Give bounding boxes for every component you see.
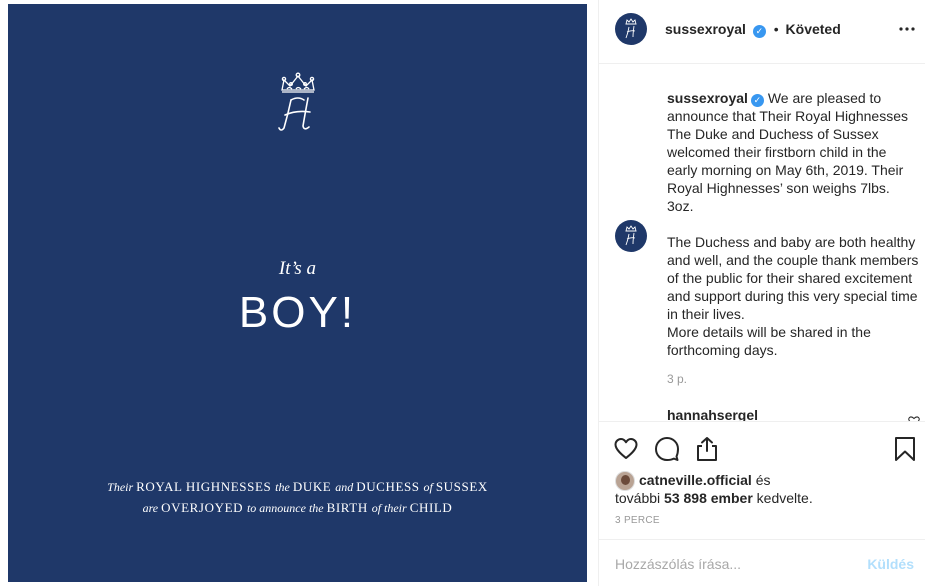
announcement-segment: of their [371, 501, 410, 515]
monogram-icon [625, 225, 637, 246]
verified-badge-icon: ✓ [750, 94, 764, 107]
add-comment-bar: Küldés [599, 539, 925, 586]
caption-text-part1: We are pleased to announce that Their Ro… [667, 90, 909, 214]
caption-timestamp: 3 p. [667, 372, 688, 386]
announcement-segment: SUSSEX [435, 479, 488, 494]
send-button[interactable]: Küldés [867, 556, 914, 572]
announcement-segment: and [335, 480, 357, 494]
caption-text-part2: The Duchess and baby are both healthy an… [667, 234, 919, 322]
comment-avatar[interactable] [615, 220, 647, 252]
comment-input[interactable] [615, 553, 845, 575]
monogram-icon [625, 18, 637, 39]
post-timestamp: 3 PERCE [615, 515, 660, 526]
announcement-segment: OVERJOYED [161, 500, 247, 515]
liker-username[interactable]: catneville.official [639, 472, 752, 488]
announcement-segment: DUCHESS [356, 479, 424, 494]
likes-and: és [751, 472, 771, 488]
announcement-segment: to announce the [246, 501, 327, 515]
boy-headline: BOY! [238, 288, 357, 337]
post-header: sussexroyal ✓ • Követed [599, 0, 925, 64]
header-username[interactable]: sussexroyal [665, 21, 746, 37]
announcement-line-2: are OVERJOYED to announce the BIRTH of t… [8, 500, 587, 516]
caption-username[interactable]: sussexroyal [667, 90, 748, 106]
likes-count-link[interactable]: 53 898 ember [664, 490, 753, 506]
more-options-icon[interactable] [898, 20, 916, 38]
announcement-segment: Their [107, 480, 137, 494]
comment-username[interactable]: hannahsergel [667, 407, 758, 421]
caption-text-part3: More details will be shared in the forth… [667, 324, 871, 358]
announcement-segment: DUKE [292, 479, 336, 494]
announcement-segment: of [423, 480, 436, 494]
its-a-text: It’s a [278, 258, 317, 279]
likes-suffix: kedvelte. [752, 490, 813, 506]
caption: sussexroyal ✓ We are pleased to announce … [667, 89, 919, 359]
separator-dot: • [773, 21, 779, 37]
verified-badge-icon: ✓ [752, 25, 766, 38]
announcement-segment: ROYAL HIGHNESSES [136, 479, 276, 494]
follow-button[interactable]: Követed [786, 21, 841, 37]
announcement-segment: BIRTH [326, 500, 372, 515]
avatar[interactable] [615, 13, 647, 45]
post-image[interactable]: It’s a BOY! Their ROYAL HIGHNESSES the D… [8, 4, 587, 582]
bookmark-icon[interactable] [892, 436, 918, 462]
announcement-segment: are [142, 501, 162, 515]
heart-icon[interactable] [613, 436, 639, 462]
post-details-panel: sussexroyal ✓ • Követed sussexroyal ✓ We … [598, 0, 925, 586]
post-actions: catneville.official és további 53 898 em… [599, 421, 925, 539]
likes-others-prefix: további [615, 490, 665, 506]
announcement-segment: CHILD [409, 500, 453, 515]
comments-list[interactable]: sussexroyal ✓ We are pleased to announce … [599, 65, 925, 421]
liker-avatar[interactable] [615, 471, 635, 491]
royal-monogram-icon [278, 72, 315, 131]
comment-icon[interactable] [654, 436, 680, 462]
announcement-line-1: Their ROYAL HIGHNESSES the DUKE and DUCH… [8, 479, 587, 495]
share-icon[interactable] [694, 436, 720, 462]
announcement-segment: the [275, 480, 293, 494]
